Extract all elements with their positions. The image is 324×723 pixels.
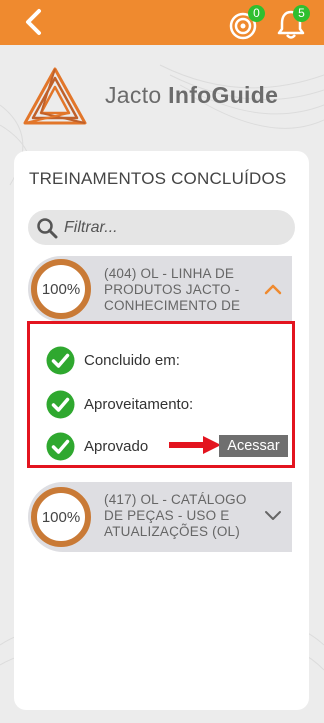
filter-bar (28, 210, 295, 245)
progress-ring: 100% (31, 259, 91, 319)
jacto-logo (22, 66, 88, 126)
highlight-frame (27, 321, 295, 468)
app-brand-title: Jacto InfoGuide (105, 82, 278, 109)
progress-ring: 100% (31, 487, 91, 547)
chevron-down-icon[interactable] (262, 504, 284, 526)
jacto-triangle-logo (23, 67, 87, 125)
chevron-up-icon[interactable] (262, 278, 284, 300)
search-icon (37, 218, 58, 239)
coins-badge: 0 (248, 5, 265, 22)
filter-input[interactable] (64, 215, 284, 240)
notifications-badge: 5 (293, 5, 310, 22)
chevron-left-icon (26, 9, 41, 35)
course-title: (404) OL - LINHA DE PRODUTOS JACTO - CON… (104, 266, 241, 313)
brand-name-bold: InfoGuide (168, 82, 279, 108)
section-title: TREINAMENTOS CONCLUÍDOS (29, 169, 287, 188)
back-button[interactable] (20, 6, 50, 38)
course-title: (417) OL - CATÁLOGO DE PEÇAS - USO E ATU… (104, 492, 247, 539)
brand-name-regular: Jacto (105, 82, 169, 108)
course-item-404[interactable]: 100% (404) OL - LINHA DE PRODUTOS JACTO … (28, 256, 292, 322)
course-item-417[interactable]: 100% (417) OL - CATÁLOGO DE PEÇAS - USO … (28, 482, 292, 552)
